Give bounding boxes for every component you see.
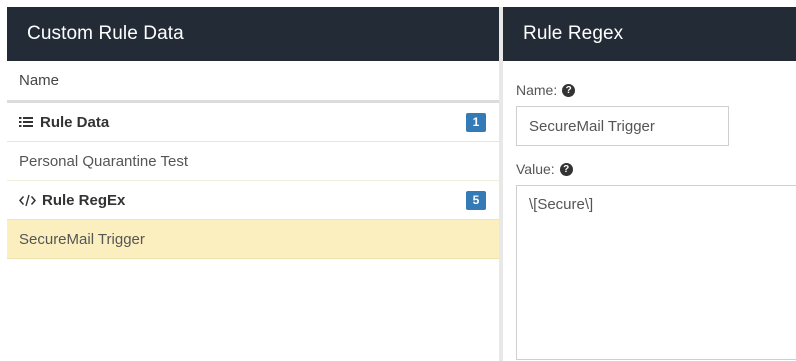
value-textarea[interactable]: \[Secure\] — [516, 185, 796, 360]
panel-title: Rule Regex — [503, 7, 796, 61]
rule-regex-panel: Rule Regex Name: ? SecureMail Trigger Va… — [503, 7, 796, 361]
list-item-label: Personal Quarantine Test — [19, 152, 188, 170]
panel-title: Custom Rule Data — [7, 7, 499, 61]
name-column-label: Name — [19, 72, 60, 89]
name-field-label: Name: ? — [516, 81, 783, 99]
custom-rule-data-title: Custom Rule Data — [27, 23, 184, 44]
question-circle-icon[interactable]: ? — [562, 83, 576, 97]
group-label-rule-regex: Rule RegEx — [42, 191, 126, 209]
group-label-rule-data: Rule Data — [40, 113, 110, 131]
value-textarea-content: \[Secure\] — [529, 196, 594, 213]
name-input[interactable]: SecureMail Trigger — [516, 106, 729, 146]
group-row-rule-regex[interactable]: Rule RegEx 5 — [7, 181, 499, 220]
value-field-label: Value: ? — [516, 160, 783, 178]
name-input-value: SecureMail Trigger — [529, 117, 655, 135]
name-label-text: Name: — [516, 82, 558, 98]
rule-regex-form: Name: ? SecureMail Trigger Value: ? \[Se… — [503, 61, 796, 360]
list-item-personal-quarantine-test[interactable]: Personal Quarantine Test — [7, 142, 499, 181]
value-label-text: Value: — [516, 161, 555, 177]
count-badge: 1 — [466, 112, 486, 132]
rule-regex-title: Rule Regex — [523, 23, 624, 44]
code-icon — [19, 194, 36, 207]
name-column-header[interactable]: Name — [7, 61, 499, 103]
list-item-label: SecureMail Trigger — [19, 230, 145, 248]
list-item-securemail-trigger[interactable]: SecureMail Trigger — [7, 220, 499, 259]
question-circle-icon[interactable]: ? — [559, 162, 573, 176]
list-icon — [19, 116, 33, 128]
custom-rule-data-panel: Custom Rule Data Name Rule Data 1 Person… — [7, 7, 499, 361]
group-row-rule-data[interactable]: Rule Data 1 — [7, 103, 499, 142]
count-badge: 5 — [466, 190, 486, 210]
